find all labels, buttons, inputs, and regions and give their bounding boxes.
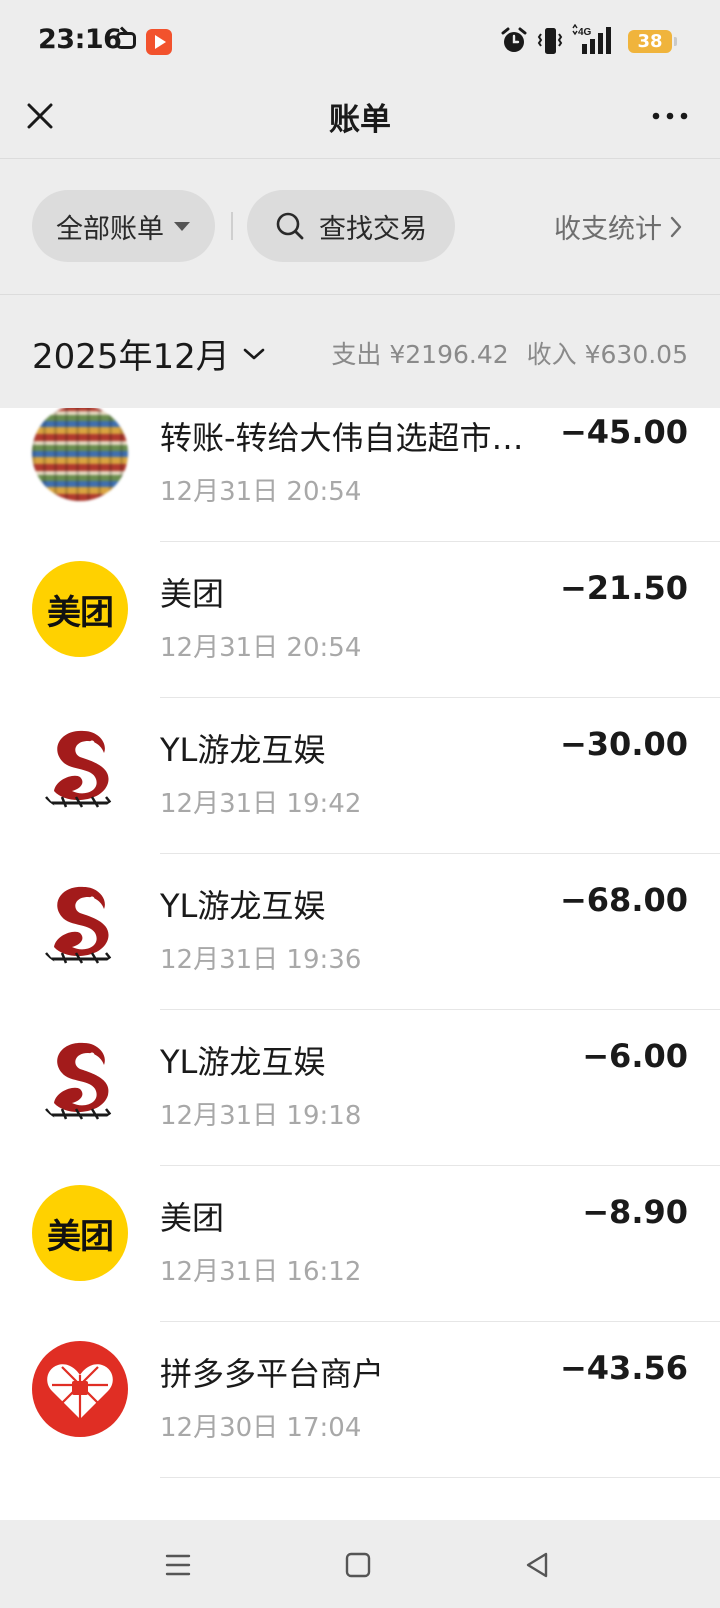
transaction-name: 拼多多平台商户 bbox=[160, 1355, 385, 1393]
transaction-amount: −6.00 bbox=[582, 1037, 688, 1075]
transaction-row[interactable]: 转账-转给大伟自选超市… 12月31日 20:54 −45.00 bbox=[0, 408, 720, 565]
transaction-row[interactable]: 拼多多平台商户 12月30日 17:04 −43.56 bbox=[0, 1341, 720, 1501]
menu-icon[interactable] bbox=[163, 1550, 193, 1580]
search-transactions-label: 查找交易 bbox=[319, 213, 427, 245]
filter-separator bbox=[231, 212, 233, 240]
search-icon bbox=[276, 212, 304, 240]
battery-icon: 38 bbox=[628, 30, 677, 53]
system-nav-bar bbox=[0, 1520, 720, 1608]
transaction-time: 12月30日 17:04 bbox=[160, 1413, 362, 1443]
play-app-icon bbox=[146, 29, 172, 55]
month-selector[interactable]: 2025年12月 bbox=[32, 329, 266, 378]
transaction-time: 12月31日 19:42 bbox=[160, 789, 362, 819]
transaction-name: 转账-转给大伟自选超市… bbox=[160, 419, 524, 457]
caret-down-icon bbox=[174, 221, 190, 231]
transaction-amount: −21.50 bbox=[559, 569, 688, 607]
back-icon[interactable] bbox=[522, 1550, 552, 1580]
page-title: 账单 bbox=[329, 102, 391, 138]
signal-icon: 4G bbox=[572, 24, 611, 54]
transaction-row[interactable]: 美团 美团 12月31日 20:54 −21.50 bbox=[0, 561, 720, 721]
row-divider bbox=[160, 697, 720, 698]
transaction-amount: −68.00 bbox=[559, 881, 688, 919]
dragon-logo-icon bbox=[32, 1029, 128, 1125]
transaction-amount: −8.90 bbox=[582, 1193, 688, 1231]
transaction-row[interactable]: YL游龙互娱 12月31日 19:42 −30.00 bbox=[0, 717, 720, 877]
income-expense-stats-link[interactable]: 收支统计 bbox=[554, 207, 684, 246]
transaction-amount: −43.56 bbox=[559, 1349, 688, 1387]
transaction-name: 美团 bbox=[160, 1199, 225, 1237]
transaction-name: YL游龙互娱 bbox=[160, 887, 326, 925]
transaction-amount: −45.00 bbox=[559, 413, 688, 451]
month-totals: 支出 ¥2196.42 收入 ¥630.05 bbox=[331, 335, 688, 371]
network-type-label: 4G bbox=[578, 27, 592, 38]
meituan-logo-icon: 美团 bbox=[32, 561, 128, 657]
month-summary-row: 2025年12月 支出 ¥2196.42 收入 ¥630.05 bbox=[0, 295, 720, 408]
status-time: 23:16 bbox=[38, 24, 122, 55]
row-divider bbox=[160, 541, 720, 542]
transaction-row[interactable]: YL游龙互娱 12月31日 19:36 −68.00 bbox=[0, 873, 720, 1033]
transaction-amount: −30.00 bbox=[559, 725, 688, 763]
transaction-name: YL游龙互娱 bbox=[160, 731, 326, 769]
title-bar: 账单 bbox=[0, 80, 720, 158]
alarm-icon bbox=[501, 27, 527, 52]
row-divider bbox=[160, 1321, 720, 1322]
vibrate-icon bbox=[537, 28, 563, 54]
dragon-logo-icon bbox=[32, 873, 128, 969]
stats-link-label: 收支统计 bbox=[554, 214, 662, 245]
tv-icon bbox=[116, 32, 136, 49]
all-bills-filter-label: 全部账单 bbox=[56, 213, 164, 245]
row-divider bbox=[160, 853, 720, 854]
month-label: 2025年12月 bbox=[32, 337, 230, 377]
transaction-time: 12月31日 20:54 bbox=[160, 633, 362, 663]
transaction-time: 12月31日 16:12 bbox=[160, 1257, 362, 1287]
transaction-row[interactable]: 美团 美团 12月31日 16:12 −8.90 bbox=[0, 1185, 720, 1345]
transaction-time: 12月31日 20:54 bbox=[160, 477, 362, 507]
row-divider bbox=[160, 1165, 720, 1166]
meituan-logo-icon: 美团 bbox=[32, 1185, 128, 1281]
row-divider bbox=[160, 1477, 720, 1478]
search-transactions-button[interactable]: 查找交易 bbox=[247, 190, 455, 262]
transaction-row[interactable]: YL游龙互娱 12月31日 19:18 −6.00 bbox=[0, 1029, 720, 1189]
chevron-down-icon bbox=[243, 348, 265, 359]
row-divider bbox=[160, 1009, 720, 1010]
all-bills-filter-button[interactable]: 全部账单 bbox=[32, 190, 215, 262]
chevron-right-icon bbox=[670, 216, 682, 237]
status-bar: 23:16 4G 38 bbox=[0, 0, 720, 80]
transaction-time: 12月31日 19:18 bbox=[160, 1101, 362, 1131]
transaction-list: 转账-转给大伟自选超市… 12月31日 20:54 −45.00 美团 美团 1… bbox=[0, 408, 720, 1520]
filter-row: 全部账单 查找交易 收支统计 bbox=[0, 159, 720, 294]
dragon-logo-icon bbox=[32, 717, 128, 813]
home-icon[interactable] bbox=[343, 1550, 373, 1580]
store-photo-avatar bbox=[32, 408, 128, 501]
transaction-name: YL游龙互娱 bbox=[160, 1043, 326, 1081]
expense-total: 支出 ¥2196.42 bbox=[331, 340, 509, 369]
pinduoduo-logo-icon bbox=[32, 1341, 128, 1437]
transaction-time: 12月31日 19:36 bbox=[160, 945, 362, 975]
more-dots-icon[interactable] bbox=[648, 94, 692, 138]
transaction-name: 美团 bbox=[160, 575, 225, 613]
income-total: 收入 ¥630.05 bbox=[526, 340, 688, 369]
